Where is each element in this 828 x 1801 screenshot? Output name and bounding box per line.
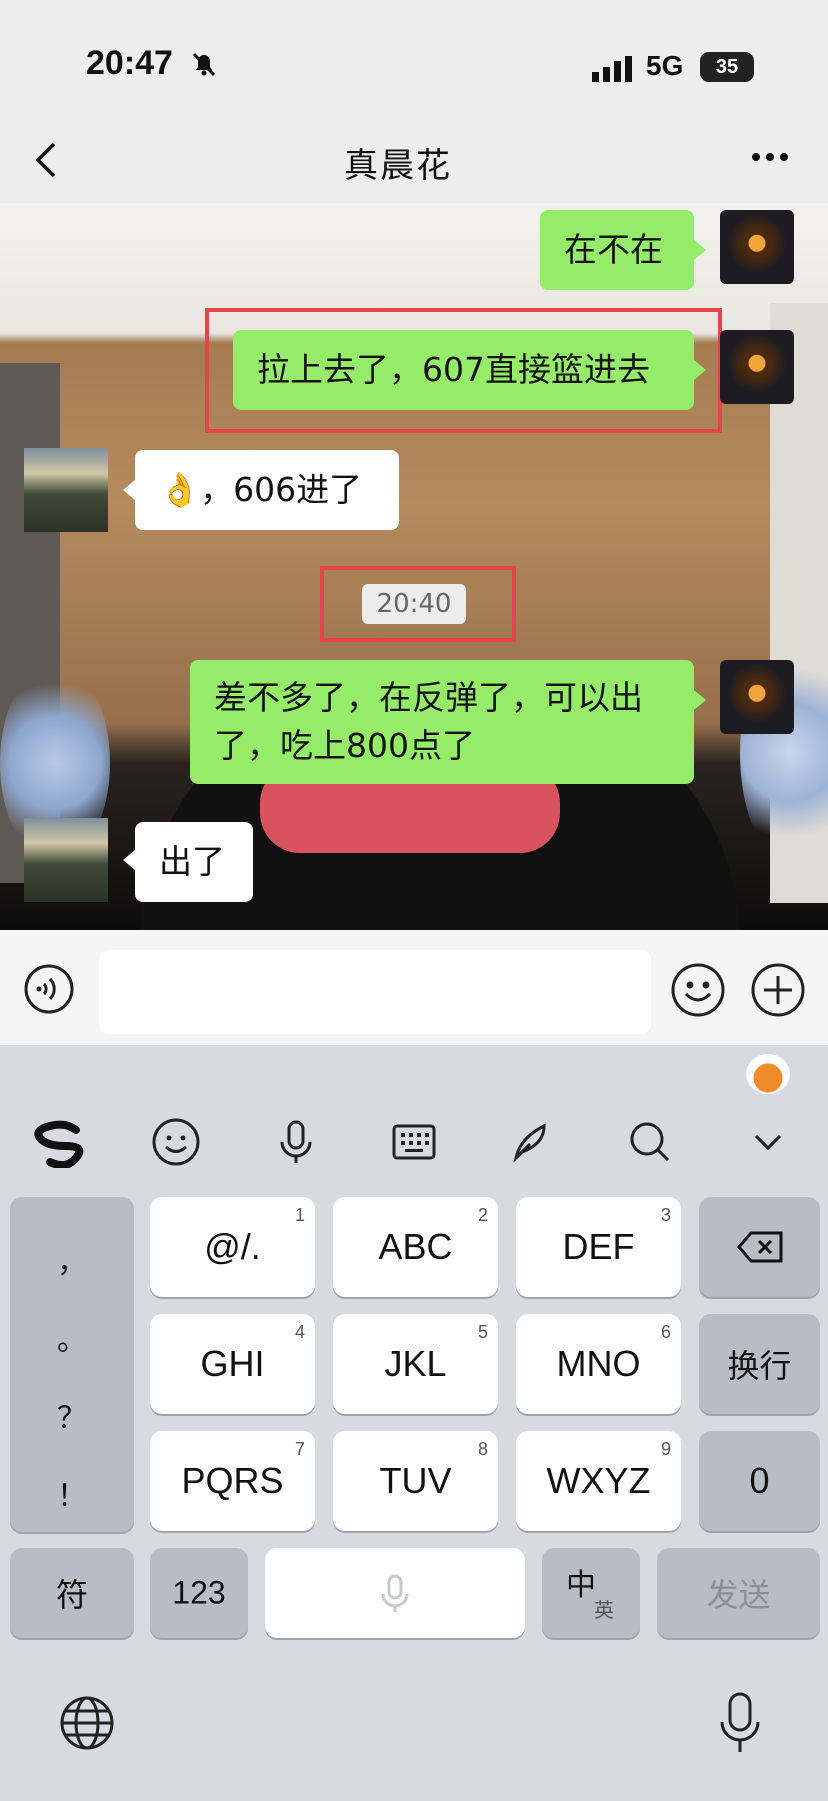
bubble-tail [123, 480, 135, 500]
language-switch-key[interactable]: 中 英 [542, 1548, 640, 1638]
key-label: ABC [378, 1226, 453, 1267]
backspace-icon [737, 1231, 783, 1263]
status-time: 20:47 [86, 44, 173, 82]
key-label: @/. [204, 1226, 261, 1267]
battery-level: 35 [715, 56, 739, 78]
key-6[interactable]: MNO 6 [516, 1314, 681, 1414]
punctuation-column[interactable]: ， 。 ？ ！ [10, 1197, 134, 1532]
message-bubble-received[interactable]: 出了 [135, 822, 253, 902]
network-type: 5G [646, 50, 684, 81]
lang-sub: 英 [594, 1600, 614, 1622]
backspace-key[interactable] [699, 1197, 820, 1297]
key-label: WXYZ [546, 1460, 651, 1501]
message-text: 拉上去了，607直接篮进去 [257, 350, 650, 389]
avatar-me[interactable] [720, 210, 794, 284]
microphone-icon[interactable] [270, 1116, 322, 1168]
message-bubble-sent[interactable]: 拉上去了，607直接篮进去 [233, 330, 694, 410]
chevron-down-icon[interactable] [742, 1116, 794, 1168]
key-label: JKL [384, 1343, 447, 1384]
more-options-icon[interactable] [750, 150, 790, 164]
key-label: 0 [749, 1460, 770, 1501]
key-number: 4 [294, 1322, 305, 1342]
avatar-contact[interactable] [24, 448, 108, 532]
dictation-mic-icon[interactable] [718, 1690, 762, 1756]
avatar-me[interactable] [720, 660, 794, 734]
emoji-sticker-icon[interactable] [150, 1116, 202, 1168]
punct-comma[interactable]: ， [10, 1237, 134, 1281]
key-label: PQRS [181, 1460, 284, 1501]
message-bubble-sent[interactable]: 差不多了，在反弹了，可以出 了，吃上800点了 [190, 660, 694, 784]
signal-icon [592, 56, 632, 82]
avatar-me[interactable] [720, 330, 794, 404]
key-label: TUV [379, 1460, 452, 1501]
avatar-contact[interactable] [24, 818, 108, 902]
space-key[interactable] [265, 1548, 525, 1638]
key-number: 6 [660, 1322, 671, 1342]
key-7[interactable]: PQRS 7 [150, 1431, 315, 1531]
battery-icon: 35 [700, 52, 754, 82]
punct-exclaim[interactable]: ！ [10, 1471, 134, 1515]
key-number: 9 [660, 1439, 671, 1459]
key-number: 3 [660, 1205, 671, 1225]
newline-key[interactable]: 换行 [699, 1314, 820, 1414]
message-text-line: 差不多了，在反弹了，可以出 [214, 678, 643, 717]
keyboard-icon[interactable] [388, 1116, 440, 1168]
message-bubble-received[interactable]: 👌，606进了 [135, 450, 399, 530]
message-text: 出了 [159, 842, 225, 881]
key-number: 2 [477, 1205, 488, 1225]
search-icon[interactable] [624, 1116, 676, 1168]
key-number: 5 [477, 1322, 488, 1342]
key-8[interactable]: TUV 8 [333, 1431, 498, 1531]
key-label: 发送 [706, 1577, 771, 1613]
key-label: 换行 [727, 1348, 792, 1384]
voice-input-icon[interactable] [24, 964, 74, 1014]
key-9[interactable]: WXYZ 9 [516, 1431, 681, 1531]
key-4[interactable]: GHI 4 [150, 1314, 315, 1414]
bubble-tail [694, 690, 706, 710]
message-bubble-sent[interactable]: 在不在 [540, 210, 694, 290]
key-number: 8 [477, 1439, 488, 1459]
microphone-icon [381, 1574, 409, 1612]
key-label: 符 [55, 1577, 88, 1613]
bell-muted-icon [192, 52, 216, 77]
message-text: 👌，606进了 [159, 470, 363, 509]
punct-period[interactable]: 。 [10, 1315, 134, 1359]
key-label: GHI [200, 1343, 265, 1384]
message-input[interactable] [99, 950, 651, 1034]
bubble-tail [694, 360, 706, 380]
key-3[interactable]: DEF 3 [516, 1197, 681, 1297]
key-number: 7 [294, 1439, 305, 1459]
chat-title: 真晨花 [344, 146, 452, 186]
punct-question[interactable]: ？ [10, 1393, 134, 1437]
plus-icon[interactable] [750, 962, 806, 1018]
globe-icon[interactable] [58, 1694, 116, 1752]
key-2[interactable]: ABC 2 [333, 1197, 498, 1297]
message-text-line: 了，吃上800点了 [214, 726, 475, 765]
key-1[interactable]: @/. 1 [150, 1197, 315, 1297]
bubble-tail [694, 240, 706, 260]
sogou-logo-icon[interactable] [32, 1116, 84, 1168]
bubble-tail [123, 850, 135, 870]
key-0[interactable]: 0 [699, 1431, 820, 1531]
numbers-key[interactable]: 123 [150, 1548, 248, 1638]
emoji-icon[interactable] [670, 962, 726, 1018]
handwriting-pen-icon[interactable] [506, 1116, 558, 1168]
key-number: 1 [294, 1205, 305, 1225]
symbols-key[interactable]: 符 [10, 1548, 134, 1638]
message-text: 在不在 [564, 230, 663, 269]
back-chevron-icon[interactable] [34, 140, 58, 180]
key-label: DEF [562, 1226, 635, 1267]
lang-main: 中 [566, 1569, 596, 1602]
key-label: 123 [172, 1574, 226, 1611]
message-timestamp: 20:40 [362, 584, 466, 624]
send-key[interactable]: 发送 [657, 1548, 820, 1638]
key-label: MNO [556, 1343, 641, 1384]
ime-mascot-icon[interactable] [746, 1054, 790, 1094]
key-5[interactable]: JKL 5 [333, 1314, 498, 1414]
